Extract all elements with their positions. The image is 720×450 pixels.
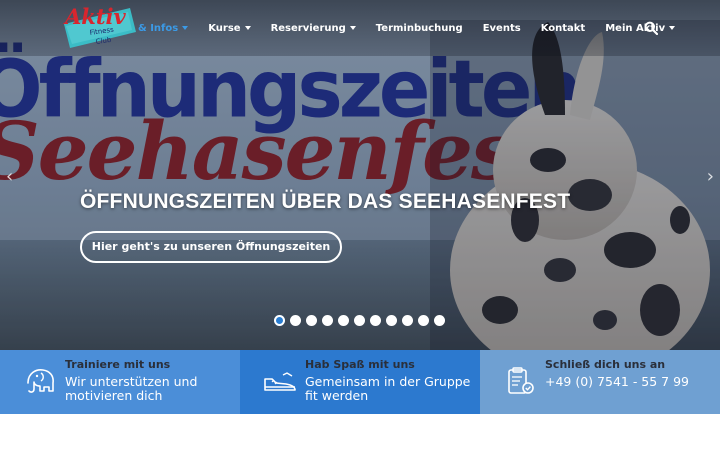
nav-item-mein-aktiv[interactable]: Mein Aktiv bbox=[605, 23, 676, 34]
nav-item-terminbuchung[interactable]: Terminbuchung bbox=[376, 23, 463, 34]
slider-dot[interactable] bbox=[338, 315, 349, 326]
chevron-down-icon bbox=[244, 26, 251, 30]
slider-dot[interactable] bbox=[354, 315, 365, 326]
elephant-icon bbox=[22, 363, 58, 399]
nav-item-label: Kontakt bbox=[540, 22, 586, 34]
logo-text: Aktiv bbox=[63, 4, 127, 29]
chevron-down-icon bbox=[669, 26, 676, 30]
feature-title: Trainiere mit uns bbox=[65, 358, 171, 371]
slider-dot[interactable] bbox=[290, 315, 301, 326]
slider-dot[interactable] bbox=[274, 315, 285, 326]
feature-join-box[interactable]: Schließ dich uns an +49 (0) 7541 - 55 7 9… bbox=[480, 350, 720, 414]
nav-item-label: Kurse bbox=[208, 22, 241, 34]
opening-hours-button[interactable]: Hier geht's zu unseren Öffnungszeiten bbox=[80, 231, 342, 263]
page: Öffnungszeiten Seehasenfest ÖFFNUNGSZEIT… bbox=[0, 0, 720, 450]
nav-item-label: Reservierung bbox=[270, 22, 346, 34]
slider-next-arrow[interactable]: › bbox=[707, 166, 714, 187]
nav-item-infos[interactable]: & Infos bbox=[138, 22, 189, 34]
nav-item-label: & Infos bbox=[138, 22, 179, 34]
hero-headline: ÖFFNUNGSZEITEN ÜBER DAS SEEHASENFEST bbox=[80, 190, 571, 213]
feature-strip: Trainiere mit uns Wir unterstützen und mo… bbox=[0, 350, 720, 414]
nav-item-reservierung[interactable]: Reservierung bbox=[271, 23, 356, 34]
chevron-down-icon bbox=[182, 26, 189, 30]
feature-title: Hab Spaß mit uns bbox=[305, 358, 415, 371]
svg-text:Club: Club bbox=[95, 36, 112, 46]
slider-dot[interactable] bbox=[306, 315, 317, 326]
feature-subtitle: Gemeinsam in der Gruppe fit werden bbox=[305, 374, 471, 403]
feature-title: Schließ dich uns an bbox=[545, 358, 666, 371]
nav-item-events[interactable]: Events bbox=[483, 23, 521, 34]
nav-item-kurse[interactable]: Kurse bbox=[208, 22, 251, 34]
search-icon[interactable] bbox=[644, 21, 658, 35]
feature-subtitle: +49 (0) 7541 - 55 7 99 bbox=[545, 374, 690, 389]
slider-dot[interactable] bbox=[418, 315, 429, 326]
feature-fun-box[interactable]: Hab Spaß mit uns Gemeinsam in der Gruppe … bbox=[240, 350, 480, 414]
nav-menu: & Infos Kurse Reservierung Terminbuchung Eve… bbox=[138, 0, 695, 56]
slider-dot[interactable] bbox=[322, 315, 333, 326]
feature-subtitle: Wir unterstützen und motivieren dich bbox=[65, 374, 198, 403]
slider-dot[interactable] bbox=[370, 315, 381, 326]
nav-item-label: Events bbox=[482, 22, 521, 34]
slider-prev-arrow[interactable]: ‹ bbox=[6, 166, 13, 187]
feature-train-box[interactable]: Trainiere mit uns Wir unterstützen und mo… bbox=[0, 350, 240, 414]
slider-dot[interactable] bbox=[402, 315, 413, 326]
slider-pagination bbox=[274, 315, 445, 326]
nav-item-label: Terminbuchung bbox=[375, 22, 463, 34]
slider-dot[interactable] bbox=[434, 315, 445, 326]
sneaker-icon bbox=[262, 363, 298, 399]
nav-item-kontakt[interactable]: Kontakt bbox=[541, 23, 586, 34]
main-navigation: Aktiv Fitness Club & Infos Kurse Reservier… bbox=[0, 0, 720, 56]
aktiv-fitness-club-logo[interactable]: Aktiv Fitness Club bbox=[60, 2, 138, 52]
clipboard-icon bbox=[502, 363, 538, 399]
slider-dot[interactable] bbox=[386, 315, 397, 326]
chevron-down-icon bbox=[349, 26, 356, 30]
